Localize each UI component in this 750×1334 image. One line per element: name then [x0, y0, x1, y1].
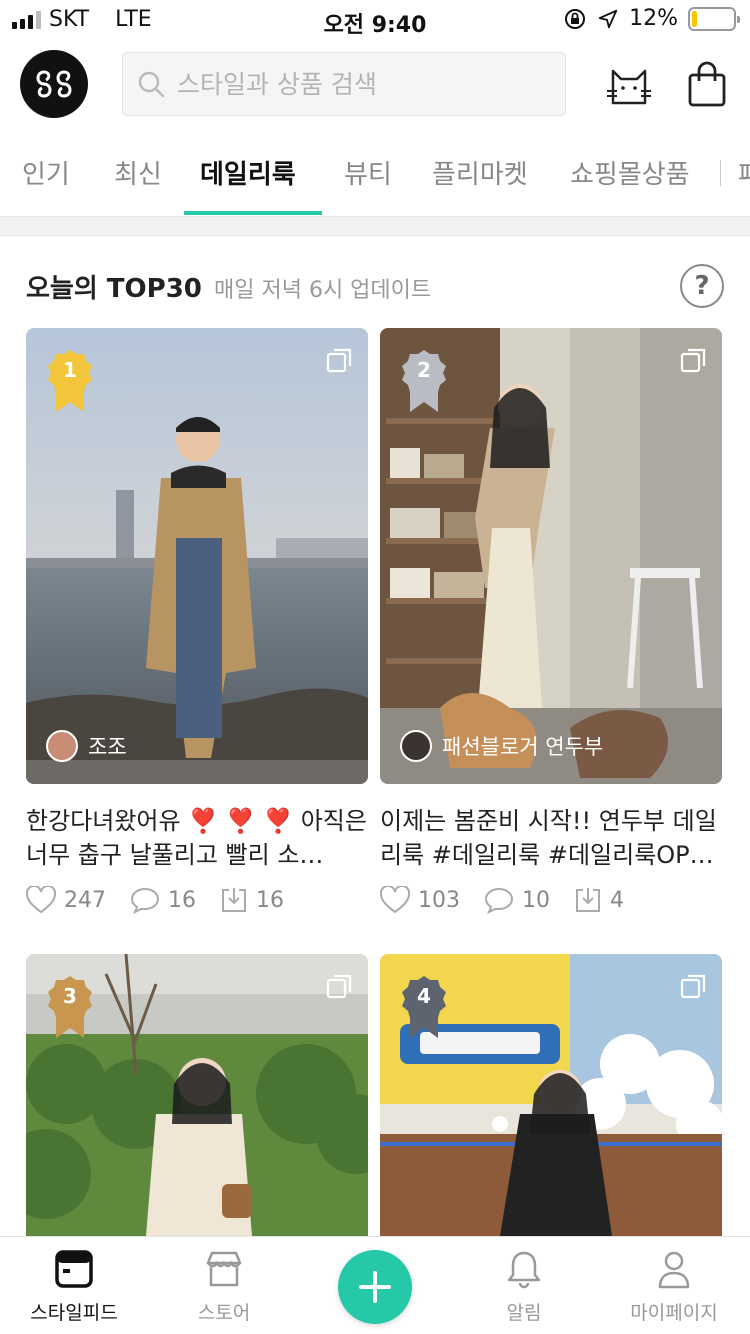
help-button[interactable]: ? [680, 264, 724, 308]
tab-mall-products[interactable]: 쇼핑몰상품 [570, 154, 690, 191]
cat-button[interactable] [602, 58, 656, 112]
author-name: 패션블로거 연두부 [442, 735, 604, 759]
plus-icon [359, 1271, 391, 1303]
comment-count: 10 [522, 887, 550, 913]
nav-label: 스타일피드 [30, 1302, 118, 1324]
shopping-bag-icon [688, 61, 726, 107]
battery-icon [688, 6, 740, 31]
feed-card[interactable]: 2 패션블로거 연두부 이제는 봄준비 시작!! 연두부 데일리룩 #데일리룩 … [380, 328, 722, 914]
comment-count: 16 [168, 887, 196, 913]
section-divider [0, 216, 750, 236]
feed-card[interactable]: 3 [26, 954, 368, 1236]
multi-image-icon [680, 348, 706, 373]
location-arrow-icon [598, 9, 618, 28]
active-tab-indicator [184, 211, 322, 215]
tab-latest[interactable]: 최신 [114, 154, 162, 191]
rank-number: 1 [63, 358, 77, 382]
rank-number: 3 [63, 984, 77, 1008]
tab-popular[interactable]: 인기 [22, 154, 70, 191]
multi-image-icon [326, 974, 352, 999]
nav-notifications[interactable]: 알림 [454, 1249, 594, 1325]
nav-label: 스토어 [197, 1302, 251, 1324]
tab-fashion[interactable]: 패 [738, 154, 750, 191]
post-stats: 247 16 16 [26, 886, 368, 914]
nav-label: 마이페이지 [630, 1302, 718, 1324]
avatar [46, 730, 78, 762]
section-title: 오늘의 TOP30 [26, 274, 202, 304]
save-button[interactable]: 4 [574, 886, 624, 914]
bell-icon [507, 1251, 541, 1289]
rank-badge: 1 [46, 348, 94, 414]
section-subtitle: 매일 저녁 6시 업데이트 [214, 278, 432, 303]
search-bar[interactable] [122, 52, 566, 116]
search-icon [138, 71, 165, 98]
comment-icon [484, 887, 514, 914]
heart-icon [380, 886, 410, 914]
tab-beauty[interactable]: 뷰티 [344, 154, 392, 191]
nav-mypage[interactable]: 마이페이지 [604, 1249, 744, 1325]
like-button[interactable]: 103 [380, 886, 460, 914]
nav-style-feed[interactable]: 스타일피드 [4, 1249, 144, 1325]
rotation-lock-icon [565, 8, 586, 29]
post-author[interactable]: 패션블로거 연두부 [400, 730, 603, 762]
post-stats: 103 10 4 [380, 886, 722, 914]
rank-badge: 4 [400, 974, 448, 1040]
rank-number: 4 [417, 984, 431, 1008]
app-logo[interactable] [20, 50, 88, 118]
feed-icon [55, 1250, 93, 1288]
person-icon [658, 1251, 690, 1289]
download-icon [222, 888, 246, 912]
post-photo[interactable]: 2 패션블로거 연두부 [380, 328, 722, 784]
store-icon [206, 1251, 242, 1287]
post-photo[interactable]: 4 [380, 954, 722, 1236]
multi-image-icon [326, 348, 352, 373]
post-author[interactable]: 조조 [46, 730, 127, 762]
nav-label: 알림 [506, 1302, 542, 1324]
comment-button[interactable]: 16 [130, 886, 196, 914]
cart-button[interactable] [680, 58, 734, 112]
nav-store[interactable]: 스토어 [154, 1249, 294, 1325]
rank-number: 2 [417, 358, 431, 382]
category-tabs: 인기 최신 데일리룩 뷰티 플리마켓 쇼핑몰상품 패 [0, 140, 750, 216]
logo-icon [36, 70, 72, 98]
heart-icon [26, 886, 56, 914]
post-photo[interactable]: 3 [26, 954, 368, 1236]
tab-fleamarket[interactable]: 플리마켓 [432, 154, 528, 191]
feed-card[interactable]: 4 [380, 954, 722, 1236]
status-bar: SKT LTE 오전 9:40 12% [0, 0, 750, 40]
tab-separator [720, 160, 721, 186]
tab-dailylook[interactable]: 데일리룩 [200, 154, 296, 191]
feed-card[interactable]: 1 조조 한강다녀왔어유 ❣️ ❣️ ❣️ 아직은 너무 춥구 날풀리고 빨리 … [26, 328, 368, 914]
multi-image-icon [680, 974, 706, 999]
post-caption[interactable]: 한강다녀왔어유 ❣️ ❣️ ❣️ 아직은 너무 춥구 날풀리고 빨리 소… [26, 804, 368, 872]
comment-button[interactable]: 10 [484, 886, 550, 914]
avatar [400, 730, 432, 762]
save-count: 16 [256, 887, 284, 913]
save-count: 4 [610, 887, 624, 913]
battery-percent: 12% [629, 6, 678, 31]
post-photo[interactable]: 1 조조 [26, 328, 368, 784]
download-icon [576, 888, 600, 912]
author-name: 조조 [88, 735, 127, 759]
like-count: 247 [64, 887, 106, 913]
like-button[interactable]: 247 [26, 886, 106, 914]
post-caption[interactable]: 이제는 봄준비 시작!! 연두부 데일리룩 #데일리룩 #데일리룩OP… [380, 804, 722, 872]
search-input[interactable] [177, 69, 537, 99]
save-button[interactable]: 16 [220, 886, 284, 914]
rank-badge: 2 [400, 348, 448, 414]
comment-icon [130, 887, 160, 914]
like-count: 103 [418, 887, 460, 913]
rank-badge: 3 [46, 974, 94, 1040]
create-post-button[interactable] [338, 1250, 412, 1324]
cat-icon [607, 69, 651, 105]
